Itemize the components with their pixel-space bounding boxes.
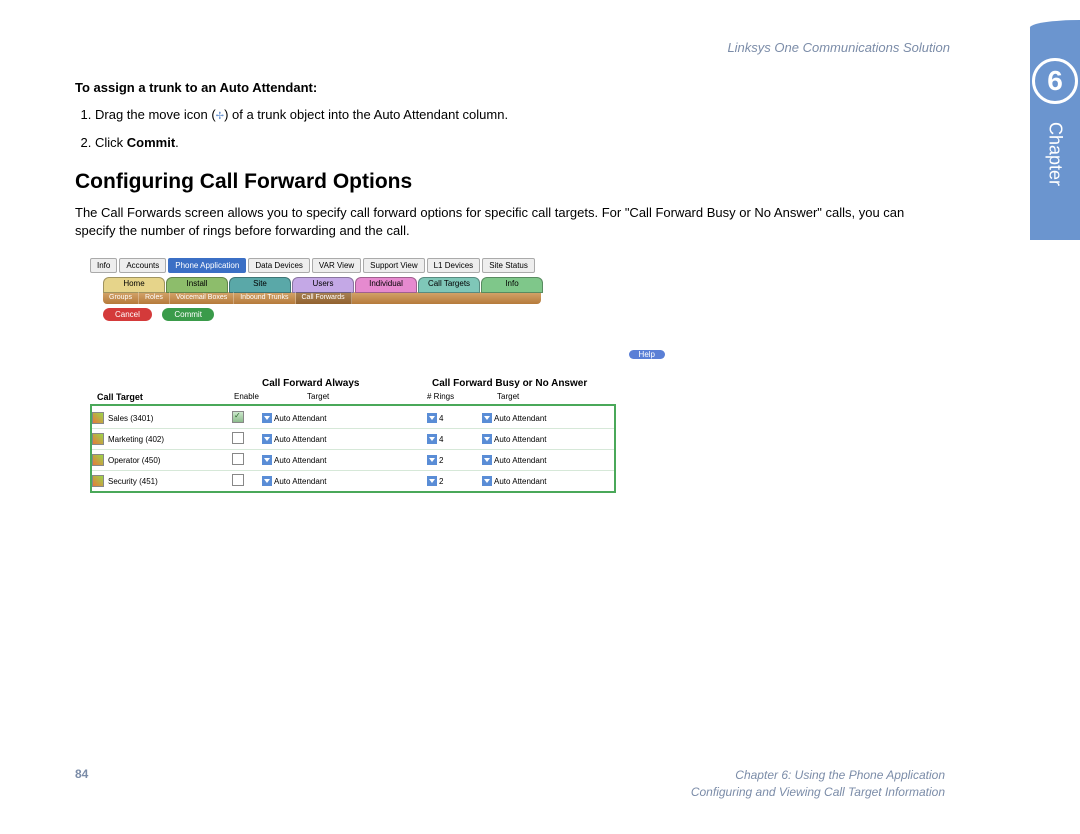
nav-tab[interactable]: Call Targets <box>418 277 480 293</box>
chapter-label: Chapter <box>1045 122 1066 186</box>
enable-checkbox[interactable] <box>232 411 244 423</box>
call-forward-table: Call Forward Always Call Forward Busy or… <box>90 404 616 493</box>
target-value: Auto Attendant <box>274 456 327 465</box>
target-value: Auto Attendant <box>494 477 547 486</box>
main-tab[interactable]: VAR View <box>312 258 361 273</box>
dropdown-icon[interactable] <box>482 434 492 444</box>
nav-tab[interactable]: Site <box>229 277 291 293</box>
instruction-step-2: Click Commit. <box>95 133 945 153</box>
target-icon <box>92 412 104 424</box>
rings-value: 2 <box>439 456 443 465</box>
dropdown-icon[interactable] <box>262 413 272 423</box>
col-header-busy: Call Forward Busy or No Answer <box>432 378 587 389</box>
target-value: Auto Attendant <box>494 414 547 423</box>
enable-checkbox[interactable] <box>232 474 244 486</box>
target-icon <box>92 454 104 466</box>
rings-value: 2 <box>439 477 443 486</box>
main-tab[interactable]: L1 Devices <box>427 258 481 273</box>
commit-button[interactable]: Commit <box>162 308 214 321</box>
dropdown-icon[interactable] <box>262 455 272 465</box>
table-row: Marketing (402) Auto Attendant 4 Auto Atten… <box>92 428 614 449</box>
footer-chapter-info: Chapter 6: Using the Phone Application C… <box>691 767 945 801</box>
col-header-t2: Target <box>497 392 519 401</box>
dropdown-icon[interactable] <box>427 434 437 444</box>
secondary-nav-row: HomeInstallSiteUsersIndividualCall Targe… <box>103 277 695 293</box>
enable-checkbox[interactable] <box>232 432 244 444</box>
table-row: Operator (450) Auto Attendant 2 Auto Attend… <box>92 449 614 470</box>
chapter-number: 6 <box>1032 58 1078 104</box>
sub-nav-tab[interactable]: Inbound Trunks <box>234 292 295 304</box>
sub-nav-tab[interactable]: Voicemail Boxes <box>170 292 234 304</box>
target-icon <box>92 433 104 445</box>
target-value: Auto Attendant <box>274 414 327 423</box>
main-tab-bar: InfoAccountsPhone ApplicationData Device… <box>90 258 695 273</box>
dropdown-icon[interactable] <box>427 413 437 423</box>
cancel-button[interactable]: Cancel <box>103 308 152 321</box>
table-row: Security (451) Auto Attendant 2 Auto Attend… <box>92 470 614 491</box>
sub-nav-tab[interactable]: Call Forwards <box>296 292 352 304</box>
main-tab[interactable]: Site Status <box>482 258 535 273</box>
tertiary-nav-row: GroupsRolesVoicemail BoxesInbound Trunks… <box>103 292 541 304</box>
nav-tab[interactable]: Individual <box>355 277 417 293</box>
target-value: Auto Attendant <box>274 435 327 444</box>
help-button[interactable]: Help <box>629 350 665 359</box>
dropdown-icon[interactable] <box>482 455 492 465</box>
nav-tab[interactable]: Users <box>292 277 354 293</box>
section-heading: Configuring Call Forward Options <box>75 170 945 194</box>
col-header-enable: Enable <box>234 392 259 401</box>
rings-value: 4 <box>439 435 443 444</box>
col-header-always: Call Forward Always <box>262 378 359 389</box>
nav-tab[interactable]: Home <box>103 277 165 293</box>
instruction-step-1: Drag the move icon (✢) of a trunk object… <box>95 105 945 125</box>
section-paragraph: The Call Forwards screen allows you to s… <box>75 204 945 240</box>
sub-nav-tab[interactable]: Roles <box>139 292 170 304</box>
chapter-tab: 6 Chapter <box>1030 20 1080 240</box>
nav-tab[interactable]: Info <box>481 277 543 293</box>
sub-nav-tab[interactable]: Groups <box>103 292 139 304</box>
main-tab[interactable]: Support View <box>363 258 424 273</box>
rings-value: 4 <box>439 414 443 423</box>
dropdown-icon[interactable] <box>262 434 272 444</box>
sub-heading: To assign a trunk to an Auto Attendant: <box>75 80 945 95</box>
target-name: Sales (3401) <box>108 414 153 423</box>
target-value: Auto Attendant <box>274 477 327 486</box>
dropdown-icon[interactable] <box>482 476 492 486</box>
target-value: Auto Attendant <box>494 456 547 465</box>
target-value: Auto Attendant <box>494 435 547 444</box>
col-header-rings: # Rings <box>427 392 454 401</box>
main-tab[interactable]: Phone Application <box>168 258 246 273</box>
target-name: Operator (450) <box>108 456 160 465</box>
enable-checkbox[interactable] <box>232 453 244 465</box>
dropdown-icon[interactable] <box>262 476 272 486</box>
main-tab[interactable]: Data Devices <box>248 258 310 273</box>
screenshot-panel: InfoAccountsPhone ApplicationData Device… <box>75 258 695 493</box>
move-icon: ✢ <box>216 111 224 122</box>
nav-tab[interactable]: Install <box>166 277 228 293</box>
dropdown-icon[interactable] <box>427 476 437 486</box>
instruction-list: Drag the move icon (✢) of a trunk object… <box>75 105 945 152</box>
main-tab[interactable]: Accounts <box>119 258 166 273</box>
main-tab[interactable]: Info <box>90 258 117 273</box>
dropdown-icon[interactable] <box>482 413 492 423</box>
col-header-t1: Target <box>307 392 329 401</box>
target-icon <box>92 475 104 487</box>
page-number: 84 <box>75 767 88 801</box>
table-row: Sales (3401) Auto Attendant 4 Auto Attendan… <box>92 408 614 428</box>
dropdown-icon[interactable] <box>427 455 437 465</box>
col-header-target: Call Target <box>97 392 143 402</box>
page-footer: 84 Chapter 6: Using the Phone Applicatio… <box>75 767 945 801</box>
page-content: To assign a trunk to an Auto Attendant: … <box>75 80 945 493</box>
product-header: Linksys One Communications Solution <box>727 40 950 55</box>
target-name: Security (451) <box>108 477 158 486</box>
target-name: Marketing (402) <box>108 435 164 444</box>
